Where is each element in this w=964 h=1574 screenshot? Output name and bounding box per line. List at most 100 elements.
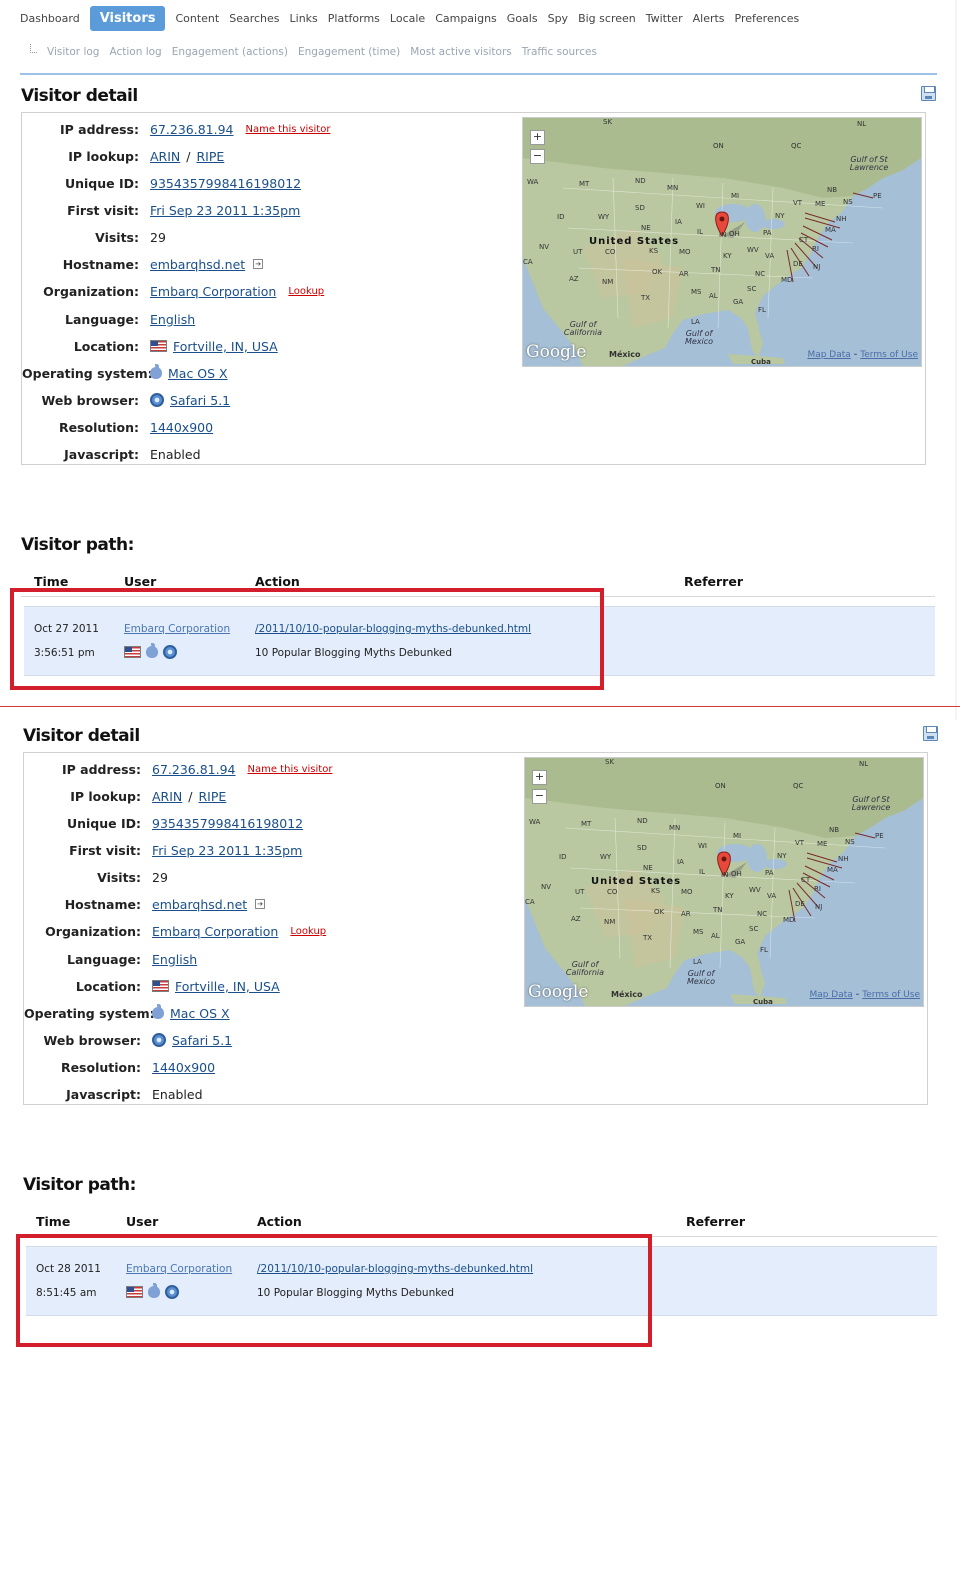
resolution-label: Resolution: bbox=[58, 419, 139, 435]
nav-platforms[interactable]: Platforms bbox=[328, 10, 380, 27]
resolution-row: Resolution: 1440x900 bbox=[24, 1057, 215, 1077]
javascript-row: Javascript: Enabled bbox=[22, 444, 200, 464]
map-data-link[interactable]: Map Data bbox=[809, 990, 852, 1000]
col-referrer[interactable]: Referrer bbox=[686, 1214, 745, 1229]
map-state-label: OH bbox=[729, 230, 740, 238]
unique-id-link[interactable]: 9354357998416198012 bbox=[150, 176, 301, 191]
arin-link[interactable]: ARIN bbox=[152, 789, 182, 804]
hostname-link[interactable]: embarqhsd.net bbox=[152, 897, 247, 912]
map-state-label: KY bbox=[725, 892, 734, 900]
map-state-label: CA bbox=[525, 898, 535, 906]
organization-link[interactable]: Embarq Corporation bbox=[152, 924, 278, 939]
name-visitor-link[interactable]: Name this visitor bbox=[248, 764, 333, 775]
zoom-in-button[interactable]: + bbox=[530, 130, 545, 145]
col-action[interactable]: Action bbox=[255, 574, 300, 589]
os-link[interactable]: Mac OS X bbox=[170, 1006, 230, 1021]
map-state-label: ME bbox=[815, 200, 826, 208]
map-state-label: WA bbox=[529, 818, 541, 826]
map-state-label: VT bbox=[795, 839, 805, 847]
nav-twitter[interactable]: Twitter bbox=[646, 10, 683, 27]
terms-of-use-link[interactable]: Terms of Use bbox=[860, 350, 918, 360]
external-link-icon[interactable]: ➔ bbox=[253, 259, 264, 269]
location-map[interactable]: + − United States México Cuba Gulf of Ca… bbox=[522, 117, 922, 367]
map-state-label: NH bbox=[838, 855, 849, 863]
hostname-link[interactable]: embarqhsd.net bbox=[150, 257, 245, 272]
map-state-label: WV bbox=[747, 246, 759, 254]
language-link[interactable]: English bbox=[150, 312, 195, 327]
map-state-label: MI bbox=[731, 192, 740, 200]
map-state-label: NB bbox=[827, 186, 838, 194]
zoom-out-button[interactable]: − bbox=[532, 789, 547, 804]
ripe-link[interactable]: RIPE bbox=[197, 149, 225, 164]
map-state-label: MO bbox=[681, 888, 693, 896]
nav-preferences[interactable]: Preferences bbox=[735, 10, 800, 27]
nav-spy[interactable]: Spy bbox=[548, 10, 568, 27]
location-link[interactable]: Fortville, IN, USA bbox=[175, 979, 280, 994]
resolution-link[interactable]: 1440x900 bbox=[150, 420, 213, 435]
nav-campaigns[interactable]: Campaigns bbox=[435, 10, 497, 27]
map-state-label: OH bbox=[731, 870, 742, 878]
visits-value: 29 bbox=[152, 869, 168, 885]
unique-id-row: Unique ID: 9354357998416198012 bbox=[24, 813, 303, 833]
nav-goals[interactable]: Goals bbox=[507, 10, 538, 27]
nav-big-screen[interactable]: Big screen bbox=[578, 10, 636, 27]
nav-links[interactable]: Links bbox=[290, 10, 318, 27]
lookup-separator: / bbox=[188, 788, 193, 804]
map-label-us: United States bbox=[589, 236, 680, 247]
col-time[interactable]: Time bbox=[36, 1214, 70, 1229]
org-lookup-link[interactable]: Lookup bbox=[290, 926, 326, 937]
os-link[interactable]: Mac OS X bbox=[168, 366, 228, 381]
map-data-link[interactable]: Map Data bbox=[807, 350, 850, 360]
ripe-link[interactable]: RIPE bbox=[199, 789, 227, 804]
map-attribution-dash: - bbox=[855, 990, 860, 1000]
org-lookup-link[interactable]: Lookup bbox=[288, 286, 324, 297]
map-state-label: QC bbox=[791, 142, 802, 150]
col-referrer[interactable]: Referrer bbox=[684, 574, 743, 589]
subnav-visitor-log[interactable]: Visitor log bbox=[47, 46, 99, 58]
language-link[interactable]: English bbox=[152, 952, 197, 967]
map-state-label: VA bbox=[765, 252, 775, 260]
col-user[interactable]: User bbox=[126, 1214, 158, 1229]
col-time[interactable]: Time bbox=[34, 574, 68, 589]
subnav-most-active[interactable]: Most active visitors bbox=[410, 46, 512, 58]
subnav-action-log[interactable]: Action log bbox=[109, 46, 161, 58]
name-visitor-link[interactable]: Name this visitor bbox=[246, 124, 331, 135]
nav-searches[interactable]: Searches bbox=[229, 10, 279, 27]
map-state-label: AR bbox=[679, 270, 689, 278]
first-visit-link[interactable]: Fri Sep 23 2011 1:35pm bbox=[152, 843, 302, 858]
screenshot-divider bbox=[0, 706, 960, 707]
nav-alerts[interactable]: Alerts bbox=[693, 10, 725, 27]
resolution-link[interactable]: 1440x900 bbox=[152, 1060, 215, 1075]
map-state-label: PA bbox=[765, 869, 774, 877]
ip-link[interactable]: 67.236.81.94 bbox=[152, 762, 236, 777]
first-visit-link[interactable]: Fri Sep 23 2011 1:35pm bbox=[150, 203, 300, 218]
organization-link[interactable]: Embarq Corporation bbox=[150, 284, 276, 299]
nav-dashboard[interactable]: Dashboard bbox=[20, 10, 80, 27]
nav-locale[interactable]: Locale bbox=[390, 10, 425, 27]
ip-lookup-row: IP lookup: ARIN / RIPE bbox=[24, 786, 226, 806]
zoom-out-button[interactable]: − bbox=[530, 149, 545, 164]
external-link-icon[interactable]: ➔ bbox=[255, 899, 266, 909]
zoom-in-button[interactable]: + bbox=[532, 770, 547, 785]
subnav-engagement-actions[interactable]: Engagement (actions) bbox=[172, 46, 288, 58]
save-icon[interactable] bbox=[921, 86, 936, 101]
arin-link[interactable]: ARIN bbox=[150, 149, 180, 164]
browser-link[interactable]: Safari 5.1 bbox=[172, 1033, 232, 1048]
location-map[interactable]: + − United States México Cuba Gulf of Ca… bbox=[524, 757, 924, 1007]
page-edge bbox=[955, 0, 957, 720]
col-user[interactable]: User bbox=[124, 574, 156, 589]
terms-of-use-link[interactable]: Terms of Use bbox=[862, 990, 920, 1000]
subnav-traffic-sources[interactable]: Traffic sources bbox=[522, 46, 597, 58]
subnav-engagement-time[interactable]: Engagement (time) bbox=[298, 46, 400, 58]
unique-id-link[interactable]: 9354357998416198012 bbox=[152, 816, 303, 831]
col-action[interactable]: Action bbox=[257, 1214, 302, 1229]
nav-content[interactable]: Content bbox=[175, 10, 219, 27]
ip-link[interactable]: 67.236.81.94 bbox=[150, 122, 234, 137]
map-state-label: TX bbox=[641, 294, 651, 302]
map-state-label: NV bbox=[539, 243, 550, 251]
location-link[interactable]: Fortville, IN, USA bbox=[173, 339, 278, 354]
browser-link[interactable]: Safari 5.1 bbox=[170, 393, 230, 408]
nav-visitors[interactable]: Visitors bbox=[89, 6, 166, 31]
save-icon[interactable] bbox=[923, 726, 938, 741]
map-state-label: NJ bbox=[815, 903, 823, 911]
